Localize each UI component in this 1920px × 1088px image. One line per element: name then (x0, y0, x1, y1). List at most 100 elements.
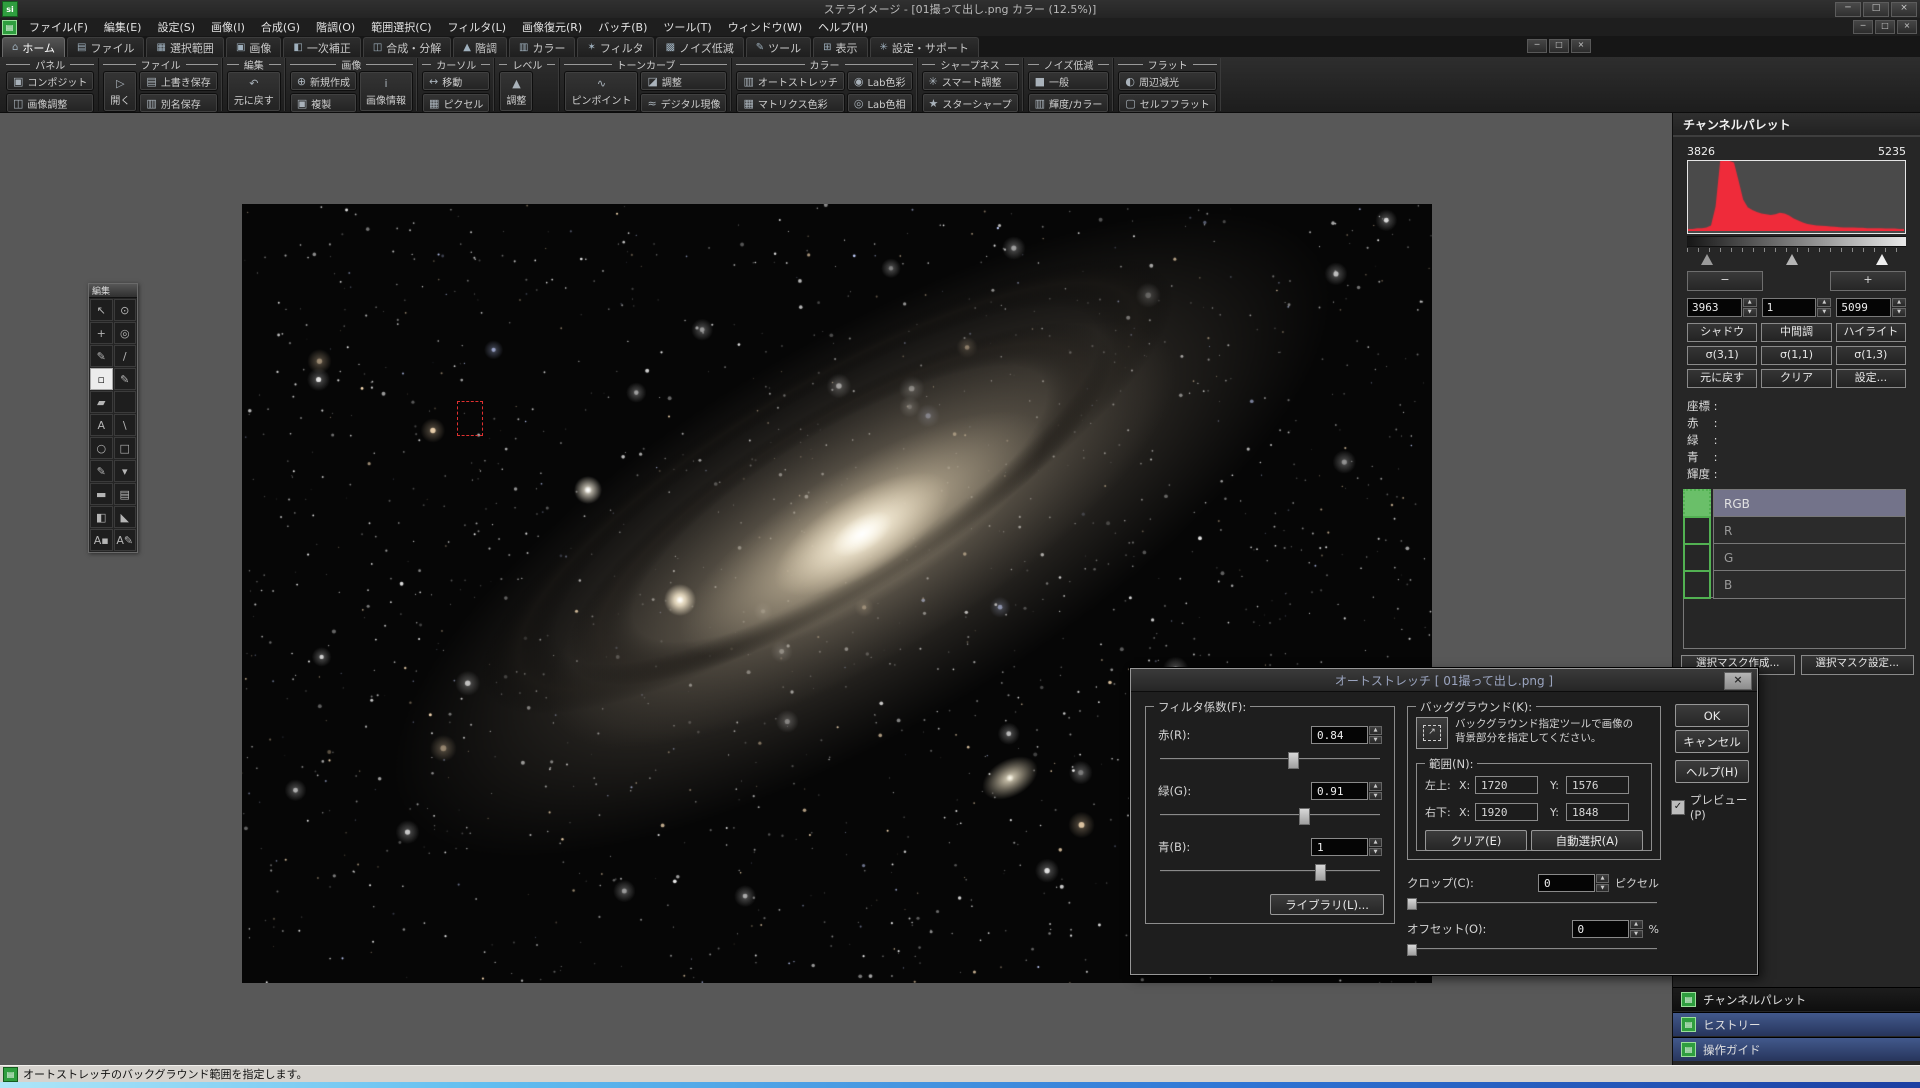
maximize-button[interactable]: □ (1863, 1, 1889, 17)
dialog-titlebar[interactable]: オートストレッチ [ 01撮って出し.png ] × (1131, 669, 1757, 692)
ribbon-button-スターシャープ[interactable]: ★ スターシャープ (921, 93, 1019, 113)
y-value-field[interactable]: 1576 (1566, 776, 1629, 794)
auto-select-button[interactable]: 自動選択(A) (1531, 830, 1643, 851)
ribbon-button-新規作成[interactable]: ⊕ 新規作成 (289, 71, 358, 91)
slider-handle[interactable] (1287, 752, 1299, 769)
tool-5-1[interactable]: \ (113, 414, 136, 436)
spinner-value[interactable]: 1 (1761, 298, 1817, 317)
doc-restore-button[interactable]: □ (1549, 39, 1569, 53)
tool-0-0[interactable]: ↖ (90, 299, 113, 321)
tab-ファイル[interactable]: ▤ ファイル (67, 37, 145, 57)
mdi-minimize-button[interactable]: ─ (1853, 20, 1873, 34)
offset-input[interactable]: 0 (1571, 920, 1629, 938)
menu-item-4[interactable]: 合成(G) (253, 18, 308, 36)
filter-value-input[interactable]: 0.91 (1311, 782, 1368, 800)
channel-row-RGB[interactable]: RGB (1683, 489, 1906, 518)
tool-10-1[interactable]: A✎ (113, 529, 136, 551)
ribbon-button-Lab色彩[interactable]: ◉ Lab色彩 (846, 71, 913, 91)
palette-button-ハイライト[interactable]: ハイライト (1835, 323, 1906, 342)
menu-item-9[interactable]: バッチ(B) (590, 18, 655, 36)
dock-tab-操作ガイド[interactable]: ▤ 操作ガイド (1673, 1037, 1920, 1061)
ribbon-button-別名保存[interactable]: ▥ 別名保存 (139, 93, 218, 113)
crop-slider[interactable] (1407, 898, 1659, 910)
offset-stepper[interactable]: ▲ ▼ (1629, 920, 1643, 938)
tool-2-0[interactable]: ✎ (90, 345, 113, 367)
ribbon-button-一般[interactable]: ■ 一般 (1027, 71, 1110, 91)
tool-3-1[interactable]: ✎ (113, 368, 136, 390)
tool-8-0[interactable]: ▬ (90, 483, 113, 505)
stepper-down-icon[interactable]: ▼ (1369, 791, 1382, 800)
channel-visibility-swatch[interactable] (1683, 543, 1711, 572)
preview-checkbox[interactable]: ✓ (1671, 799, 1685, 815)
tab-ノイズ低減[interactable]: ▩ ノイズ低減 (655, 37, 744, 57)
ribbon-button-複製[interactable]: ▣ 複製 (289, 93, 358, 113)
ribbon-button-周辺減光[interactable]: ◐ 周辺減光 (1118, 71, 1217, 91)
dock-tab-チャンネルパレット[interactable]: ▤ チャンネルパレット (1673, 987, 1920, 1011)
menu-item-11[interactable]: ウィンドウ(W) (720, 18, 810, 36)
menu-item-3[interactable]: 画像(I) (203, 18, 253, 36)
offset-slider[interactable] (1407, 944, 1659, 956)
ribbon-button-輝度/カラー[interactable]: ▥ 輝度/カラー (1027, 93, 1110, 113)
tab-表示[interactable]: ⊞ 表示 (813, 37, 868, 57)
cancel-button[interactable]: キャンセル (1675, 730, 1749, 753)
ribbon-button-コンポジット[interactable]: ▣ コンポジット (6, 71, 95, 91)
stepper-up-icon[interactable]: ▲ (1369, 726, 1382, 735)
stepper-up-icon[interactable]: ▲ (1369, 782, 1382, 791)
minimize-button[interactable]: ─ (1835, 1, 1861, 17)
filter-slider[interactable] (1158, 808, 1382, 825)
tool-7-0[interactable]: ✎ (90, 460, 113, 482)
ribbon-button-画像情報[interactable]: i 画像情報 (359, 71, 414, 112)
tab-ツール[interactable]: ✎ ツール (745, 37, 812, 57)
palette-button-シャドウ[interactable]: シャドウ (1687, 323, 1758, 342)
tab-ホーム[interactable]: ⌂ ホーム (2, 37, 66, 57)
plus-button[interactable]: + (1830, 271, 1906, 291)
tab-選択範囲[interactable]: ▦ 選択範囲 (146, 37, 224, 57)
spinner-down-icon[interactable]: ▼ (1892, 308, 1907, 317)
library-button[interactable]: ライブラリ(L)... (1270, 894, 1384, 915)
menu-item-0[interactable]: ファイル(F) (21, 18, 96, 36)
mdi-close-button[interactable]: × (1897, 20, 1917, 34)
channel-visibility-swatch[interactable] (1683, 489, 1711, 518)
menu-item-2[interactable]: 設定(S) (149, 18, 203, 36)
filter-value-stepper[interactable]: ▲ ▼ (1369, 782, 1382, 800)
palette-button-中間調[interactable]: 中間調 (1761, 323, 1832, 342)
tool-palette-title[interactable]: 編集 (89, 284, 137, 298)
filter-slider[interactable] (1158, 752, 1382, 769)
ribbon-button-開く[interactable]: ▷ 開く (103, 71, 138, 112)
menu-item-6[interactable]: 範囲選択(C) (363, 18, 439, 36)
ok-button[interactable]: OK (1675, 704, 1749, 727)
spinner-up-icon[interactable]: ▲ (1817, 298, 1832, 307)
ribbon-button-デジタル現像[interactable]: ≈ デジタル現像 (640, 93, 728, 113)
spinner-value[interactable]: 5099 (1836, 298, 1892, 317)
set-selection-mask-button[interactable]: 選択マスク設定... (1800, 655, 1914, 675)
tab-設定・サポート[interactable]: ✳ 設定・サポート (869, 37, 979, 57)
tool-10-0[interactable]: A▪ (90, 529, 113, 551)
tab-一次補正[interactable]: ◧ 一次補正 (283, 37, 361, 57)
tool-1-0[interactable]: + (90, 322, 113, 344)
ribbon-button-調整[interactable]: ◪ 調整 (640, 71, 728, 91)
tab-画像[interactable]: ▣ 画像 (225, 37, 282, 57)
tool-9-0[interactable]: ◧ (90, 506, 113, 528)
ribbon-button-元に戻す[interactable]: ↶ 元に戻す (226, 71, 281, 112)
spinner-down-icon[interactable]: ▼ (1742, 308, 1757, 317)
tool-9-1[interactable]: ◣ (113, 506, 136, 528)
menu-item-7[interactable]: フィルタ(L) (440, 18, 515, 36)
background-selection-rect[interactable] (457, 401, 483, 436)
ribbon-button-画像調整[interactable]: ◫ 画像調整 (6, 93, 95, 113)
filter-value-input[interactable]: 0.84 (1311, 726, 1368, 744)
channel-palette-header[interactable]: チャンネルパレット (1673, 113, 1920, 137)
spinner-arrows[interactable]: ▲ ▼ (1817, 298, 1832, 317)
spinner-up-icon[interactable]: ▲ (1742, 298, 1757, 307)
crop-stepper[interactable]: ▲ ▼ (1596, 874, 1609, 892)
tool-4-0[interactable]: ▰ (90, 391, 113, 413)
menu-item-5[interactable]: 階調(O) (308, 18, 363, 36)
y-value-field[interactable]: 1848 (1566, 803, 1629, 821)
tool-8-1[interactable]: ▤ (113, 483, 136, 505)
clear-button[interactable]: クリア(E) (1425, 830, 1527, 851)
x-value-field[interactable]: 1720 (1475, 776, 1538, 794)
highlight-marker[interactable] (1875, 254, 1888, 265)
ribbon-button-上書き保存[interactable]: ▤ 上書き保存 (139, 71, 218, 91)
spinner-value[interactable]: 3963 (1687, 298, 1742, 317)
spinner-down-icon[interactable]: ▼ (1817, 308, 1832, 317)
channel-visibility-swatch[interactable] (1683, 516, 1711, 545)
